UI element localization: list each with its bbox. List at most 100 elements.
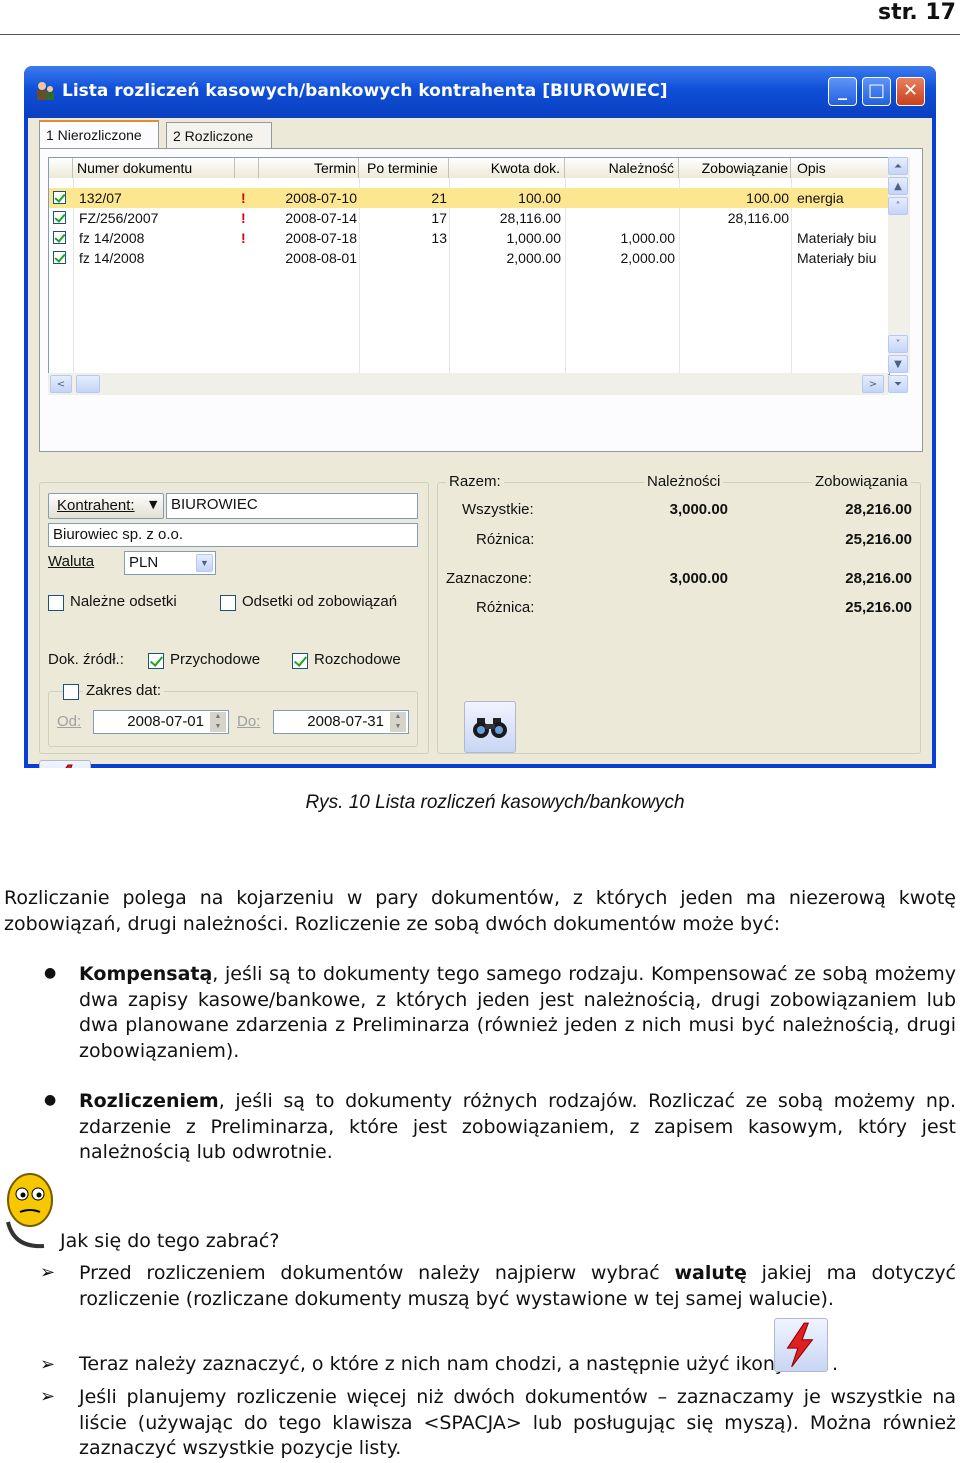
roznica-zaznaczone-zobowiazania: 25,216.00 [845,599,912,616]
kontrahent-button[interactable]: Kontrahent: ▼ [48,493,164,519]
nalezne-odsetki-label: Należne odsetki [70,593,177,610]
maximize-button[interactable]: □ [862,77,891,106]
step-multiple: Jeśli planujemy rozliczenie więcej niż d… [79,1386,956,1459]
chevron-down-icon[interactable]: ▼ [196,554,213,572]
naleznosci-header: Należności [644,473,724,490]
razem-label: Razem: [446,473,504,490]
dropdown-arrow-icon: ▼ [149,498,158,511]
col-header-po-terminie[interactable]: Po terminie [359,158,449,178]
scroll-page-down-icon[interactable]: ▼ [888,355,908,373]
zaznaczone-naleznosci: 3,000.00 [669,570,728,587]
rozchodowe-label: Rozchodowe [314,651,401,668]
cell-opis: Materiały biu [797,250,877,266]
scroll-page-up-icon[interactable]: ▲ [888,177,908,195]
spinner-icon[interactable]: ▲ ▼ [390,712,406,732]
search-binoculars-button[interactable] [464,701,516,753]
odsetki-zobowiazan-label: Odsetki od zobowiązań [242,593,398,610]
page-number: str. 17 [878,0,956,25]
cell-termin: 2008-08-01 [285,250,357,266]
table-row[interactable]: FZ/256/2007 ! 2008-07-14 17 28,116.00 28… [49,208,889,228]
step-select: Teraz należy zaznaczyć, o które z nich n… [79,1353,787,1375]
kontrahent-code-field[interactable]: BIUROWIEC [166,493,418,519]
scroll-right-icon[interactable]: > [862,375,884,393]
col-header-opis[interactable]: Opis [791,158,889,178]
horizontal-scrollbar[interactable]: < > [48,373,888,395]
table-row[interactable]: 132/07 ! 2008-07-10 21 100.00 100.00 ene… [49,188,889,208]
zaznaczone-label: Zaznaczone: [446,570,532,587]
minimize-button[interactable]: _ [828,77,857,106]
row-checkbox[interactable] [53,211,66,224]
thinking-face-icon [6,1173,53,1249]
do-label: Do: [237,713,261,730]
nalezne-odsetki-checkbox[interactable] [48,595,64,611]
odsetki-zobowiazan-checkbox[interactable] [220,595,236,611]
overdue-icon: ! [241,230,246,246]
wszystkie-zobowiazania: 28,216.00 [845,501,912,518]
app-icon [37,82,54,100]
cell-opis: Materiały biu [797,230,877,246]
settle-button[interactable] [39,760,91,768]
row-checkbox[interactable] [53,251,66,264]
scroll-down-icon[interactable]: ˅ [888,335,908,353]
row-checkbox[interactable] [53,231,66,244]
date-from-field[interactable]: 2008-07-01 ▲ ▼ [93,710,229,734]
header-rule [0,34,960,35]
cell-naleznosc: 1,000.00 [620,230,676,246]
filter-group: Kontrahent: ▼ BIUROWIEC Biurowiec sp. z … [39,482,429,754]
horizontal-scroll-thumb[interactable] [76,375,100,393]
window-title: Lista rozliczeń kasowych/bankowych kontr… [62,81,668,101]
close-window-button[interactable]: ✕ [896,77,925,106]
step-select-end: . [832,1353,839,1375]
overdue-icon: ! [241,190,246,206]
currency-value: PLN [129,554,159,571]
table-row[interactable]: fz 14/2008 ! 2008-07-18 13 1,000.00 1,00… [49,228,889,248]
roznica-label: Różnica: [476,531,535,548]
date-to-field[interactable]: 2008-07-31 ▲ ▼ [273,710,409,734]
arrow-bullet-icon: ➢ [40,1386,56,1407]
bullet-kompensata: Kompensatą, jeśli są to dokumenty tego s… [79,962,956,1064]
settlements-window: Lista rozliczeń kasowych/bankowych kontr… [24,66,936,768]
zakres-dat-checkbox[interactable] [63,684,79,700]
cell-numer: FZ/256/2007 [79,210,159,226]
cell-termin: 2008-07-14 [285,210,357,226]
col-header-zobowiazanie[interactable]: Zobowiązanie [679,158,791,178]
waluta-label: Waluta [48,553,95,570]
step-text: Przed rozliczeniem dokumentów należy naj… [79,1262,675,1284]
lightning-icon [65,764,73,768]
overdue-icon: ! [241,210,246,226]
col-header-check [49,158,73,178]
przychodowe-checkbox[interactable] [148,653,164,669]
scroll-left-icon[interactable]: < [50,375,72,393]
bullet-rozliczenie: Rozliczeniem, jeśli są to dokumenty różn… [79,1089,956,1166]
cell-naleznosc: 2,000.00 [620,250,676,266]
cell-numer: fz 14/2008 [79,250,145,266]
col-header-numer[interactable]: Numer dokumentu [73,158,235,178]
cell-kwota: 100.00 [518,190,561,206]
date-to-value: 2008-07-31 [307,713,384,730]
vertical-scrollbar[interactable]: ⏶ ▲ ˄ ˅ ▼ ⏷ [888,157,910,393]
tab-nierozliczone[interactable]: 1 Nierozliczone [39,120,159,149]
kontrahent-name-field[interactable]: Biurowiec sp. z o.o. [48,523,418,547]
cell-zobowiazanie: 28,116.00 [727,210,789,226]
spinner-icon[interactable]: ▲ ▼ [210,712,226,732]
cell-numer: fz 14/2008 [79,230,145,246]
scroll-first-icon[interactable]: ⏶ [888,157,908,175]
row-checkbox[interactable] [53,191,66,204]
cell-zobowiazanie: 100.00 [746,190,789,206]
table-row[interactable]: fz 14/2008 2008-08-01 2,000.00 2,000.00 … [49,248,889,268]
przychodowe-label: Przychodowe [170,651,261,668]
date-range-group: Zakres dat: Od: 2008-07-01 ▲ ▼ Do: 2008-0… [48,682,418,747]
rozchodowe-checkbox[interactable] [292,653,308,669]
tab-rozliczone[interactable]: 2 Rozliczone [166,122,272,148]
scroll-up-icon[interactable]: ˄ [888,197,908,215]
title-bar[interactable]: Lista rozliczeń kasowych/bankowych kontr… [24,66,936,118]
currency-select[interactable]: PLN ▼ [124,551,216,575]
wszystkie-label: Wszystkie: [462,501,534,518]
documents-grid[interactable]: Numer dokumentu Termin Po terminie Kwota… [48,157,890,375]
step-bold: walutę [674,1262,747,1284]
col-header-kwota[interactable]: Kwota dok. [449,158,565,178]
col-header-naleznosc[interactable]: Należność [565,158,679,178]
scroll-last-icon[interactable]: ⏷ [888,375,908,393]
summary-group: Razem: Należności Zobowiązania Wszystkie… [437,473,921,754]
col-header-termin[interactable]: Termin [259,158,359,178]
